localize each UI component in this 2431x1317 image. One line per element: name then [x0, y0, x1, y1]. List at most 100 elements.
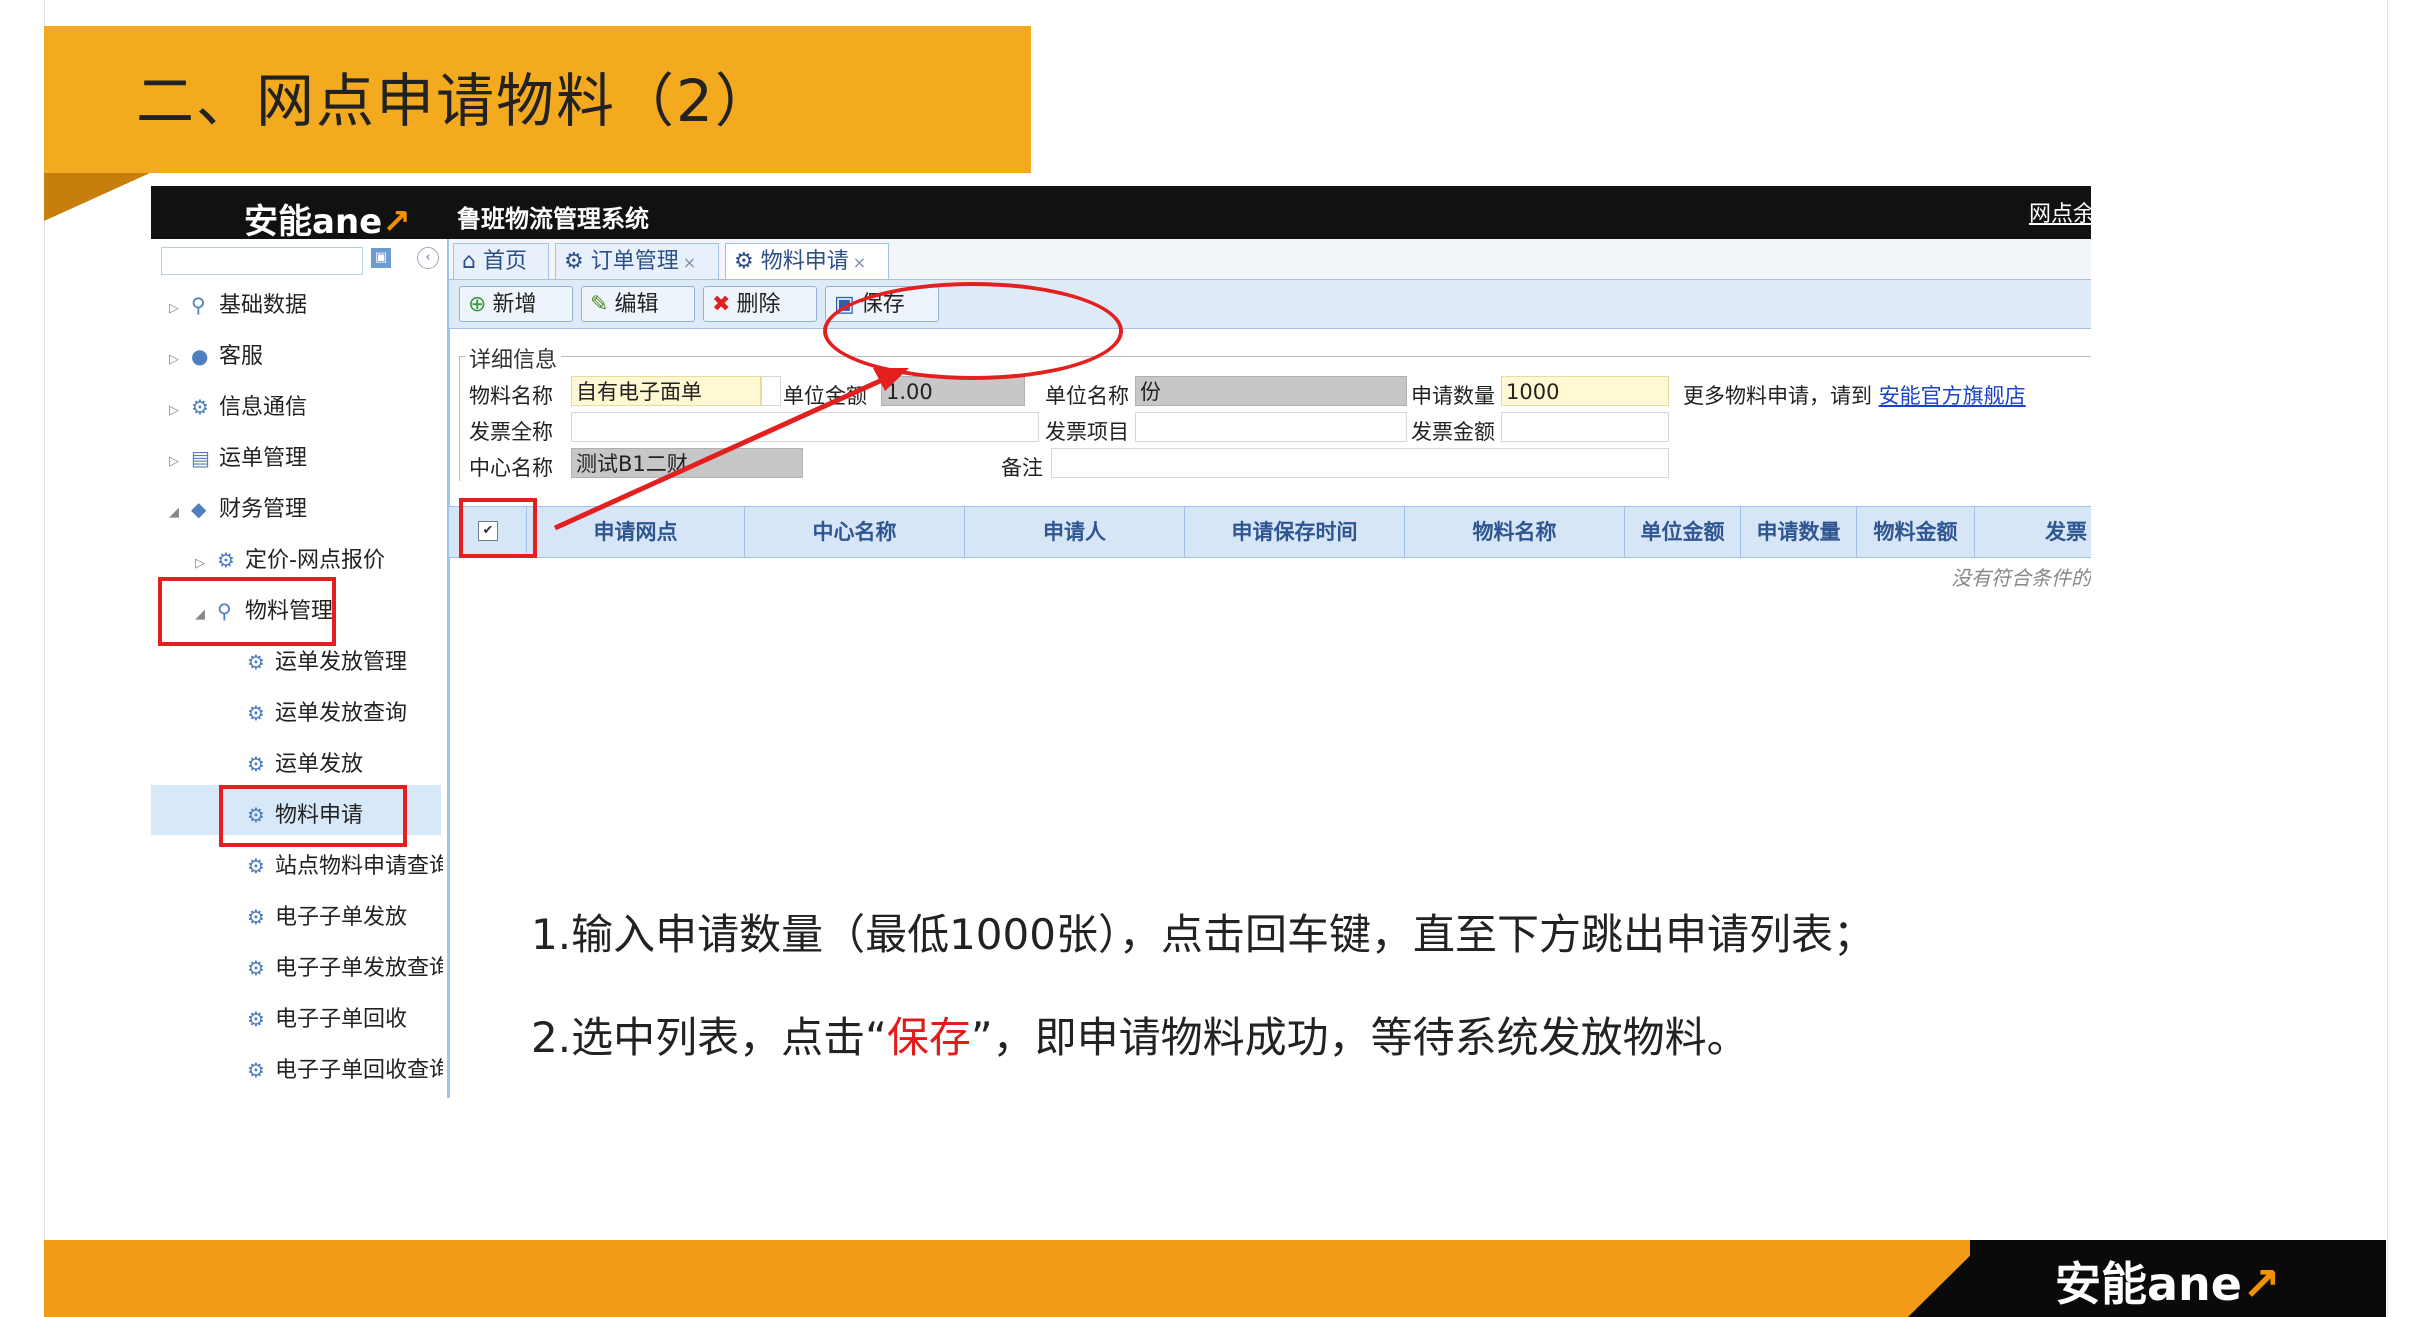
sidebar-item-waybill-management[interactable]: ▷ ▤ 运单管理 [169, 436, 307, 480]
detail-form: 详细信息 物料名称 自有电子面单 单位金额 1.00 单位名称 份 申请数量 1… [459, 342, 2091, 484]
sidebar-item-label: 定价-网点报价 [245, 548, 385, 573]
grid-col-applicant[interactable]: 申请人 [965, 507, 1185, 557]
collapse-arrow-icon: ◢ [169, 505, 179, 520]
sidebar-item-label: 电子子单发放查询 [275, 956, 443, 981]
detail-legend: 详细信息 [465, 342, 562, 374]
invoice-name-label: 发票全称 [469, 420, 553, 444]
instruction-step-2: 2.选中列表，点击“保存”，即申请物料成功，等待系统发放物料。 [531, 1004, 1749, 1065]
sidebar-item-e-subwaybill-issue[interactable]: ⚙ 电子子单发放 [247, 895, 407, 939]
tab-bar: ⌂ 首页 ⚙ 订单管理 × ⚙ 物料申请 × [449, 239, 2091, 280]
delete-button[interactable]: ✖ 删除 [703, 286, 817, 322]
app-logo-arrow-icon: ↗ [382, 202, 411, 242]
footer-bar [44, 1240, 1986, 1317]
sidebar-search-input[interactable] [161, 247, 363, 275]
add-button-label: 新增 [492, 292, 537, 317]
annotation-box-checkbox [459, 498, 537, 558]
collapse-icon[interactable]: ‹ [417, 247, 439, 269]
official-store-link[interactable]: 安能官方旗舰店 [1879, 384, 2026, 408]
sidebar-item-waybill-issue[interactable]: ⚙ 运单发放 [247, 742, 363, 786]
instruction-step-2-highlight: 保存 [886, 1013, 971, 1062]
sidebar-item-e-subwaybill-recycle-query[interactable]: ⚙ 电子子单回收查询 [247, 1048, 443, 1092]
sidebar-item-label: 电子子单发放 [275, 905, 408, 930]
sidebar-item-label: 站点物料申请查询 [275, 854, 443, 879]
title-banner: 二、网点申请物料（2） [44, 26, 1031, 173]
sidebar-item-info-comm[interactable]: ▷ ⚙ 信息通信 [169, 385, 307, 429]
unit-name-field[interactable]: 份 [1135, 376, 1407, 406]
sidebar-item-label: 运单发放管理 [275, 650, 408, 675]
toolbar: ⊕ 新增 ✎ 编辑 ✖ 删除 ▣ 保存 [449, 280, 2091, 329]
invoice-amount-field[interactable] [1501, 412, 1669, 442]
sidebar-item-basic-data[interactable]: ▷ ⚲ 基础数据 [169, 283, 307, 327]
gear-icon: ⚙ [247, 956, 265, 980]
tab-order-management[interactable]: ⚙ 订单管理 × [555, 243, 719, 279]
grid-col-material-name[interactable]: 物料名称 [1405, 507, 1625, 557]
sidebar-item-label: 财务管理 [219, 497, 308, 522]
annotation-box-material-request [219, 785, 407, 847]
slide-title: 二、网点申请物料（2） [136, 67, 775, 135]
add-icon: ⊕ [468, 292, 487, 317]
sidebar-item-waybill-issue-management[interactable]: ⚙ 运单发放管理 [247, 640, 407, 684]
instruction-step-2-prefix: 2.选中列表，点击“ [531, 1013, 887, 1062]
footer-logo: 安能ane↗ [2055, 1248, 2281, 1314]
invoice-item-label: 发票项目 [1045, 420, 1129, 444]
gear-icon: ⚙ [247, 1007, 265, 1031]
annotation-box-material-management [158, 577, 336, 646]
sidebar-item-label: 电子子单回收 [275, 1007, 408, 1032]
sidebar-item-customer-service[interactable]: ▷ ● 客服 [169, 334, 263, 378]
gear-icon: ⚙ [247, 752, 265, 776]
instruction-step-1: 1.输入申请数量（最低1000张），点击回车键，直至下方跳出申请列表； [531, 910, 1875, 959]
grid-col-unit-amount[interactable]: 单位金额 [1625, 507, 1741, 557]
gear-icon: ⚙ [247, 905, 265, 929]
add-button[interactable]: ⊕ 新增 [459, 286, 573, 322]
expand-arrow-icon: ▷ [169, 403, 179, 418]
tab-material-request[interactable]: ⚙ 物料申请 × [725, 243, 889, 279]
unit-amount-field[interactable]: 1.00 [881, 376, 1025, 406]
invoice-item-field[interactable] [1135, 412, 1407, 442]
sidebar-item-station-material-query[interactable]: ⚙ 站点物料申请查询 [247, 844, 443, 888]
instruction-step-2-suffix: ”，即申请物料成功，等待系统发放物料。 [970, 1013, 1749, 1062]
sidebar-item-waybill-issue-query[interactable]: ⚙ 运单发放查询 [247, 691, 407, 735]
footer-logo-arrow-icon: ↗ [2242, 1257, 2281, 1311]
app-logo: 安能ane↗ [244, 194, 411, 243]
sidebar-item-e-subwaybill-issue-query[interactable]: ⚙ 电子子单发放查询 [247, 946, 443, 990]
close-icon[interactable]: × [853, 253, 866, 272]
user-icon: ● [191, 344, 209, 368]
title-banner-notch [44, 173, 150, 221]
grid-col-apply-branch[interactable]: 申请网点 [527, 507, 745, 557]
sidebar-item-label: 客服 [219, 344, 264, 369]
tab-label: 订单管理 [590, 249, 679, 274]
expand-arrow-icon: ▷ [169, 352, 179, 367]
grid-col-save-time[interactable]: 申请保存时间 [1185, 507, 1405, 557]
grid-col-apply-qty[interactable]: 申请数量 [1741, 507, 1857, 557]
sidebar-item-finance[interactable]: ◢ ◆ 财务管理 [169, 487, 307, 531]
tab-home[interactable]: ⌂ 首页 [453, 243, 549, 279]
close-icon[interactable]: × [683, 253, 696, 272]
footer-logo-text: 安能ane [2055, 1257, 2242, 1311]
edit-button[interactable]: ✎ 编辑 [581, 286, 695, 322]
material-picker-icon[interactable] [761, 376, 781, 406]
sidebar-item-pricing[interactable]: ▷ ⚙ 定价-网点报价 [195, 538, 385, 582]
gear-icon: ⚙ [247, 854, 265, 878]
edit-button-label: 编辑 [614, 292, 659, 317]
gear-icon: ⚙ [217, 548, 235, 572]
remark-field[interactable] [1051, 448, 1669, 478]
search-icon[interactable]: ▣ [371, 248, 391, 268]
material-name-field[interactable]: 自有电子面单 [571, 376, 761, 406]
center-name-label: 中心名称 [469, 456, 553, 480]
gear-icon: ⚙ [564, 249, 591, 274]
grid-empty-message: 没有符合条件的 [1951, 566, 2091, 590]
nodes-icon: ⚲ [191, 293, 206, 317]
center-name-field[interactable]: 测试B1二财 [571, 448, 803, 478]
apply-qty-field[interactable]: 1000 [1501, 376, 1669, 406]
sidebar-item-label: 电子子单回收查询 [275, 1058, 443, 1083]
tab-label: 首页 [482, 249, 527, 274]
grid-col-invoice[interactable]: 发票 [1975, 507, 2091, 557]
sidebar: ▣ ‹ ▷ ⚲ 基础数据 ▷ ● 客服 ▷ ⚙ 信息通信 ▷ ▤ 运单管理 ◢ ◆ 财务管理 ▷ ⚙ 定… [151, 239, 450, 1098]
sidebar-item-e-subwaybill-recycle[interactable]: ⚙ 电子子单回收 [247, 997, 407, 1041]
grid-col-center-name[interactable]: 中心名称 [745, 507, 965, 557]
sidebar-item-label: 信息通信 [219, 395, 308, 420]
invoice-name-field[interactable] [571, 412, 1039, 442]
grid-col-material-amount[interactable]: 物料金额 [1857, 507, 1975, 557]
header-right-link[interactable]: 网点余 [2029, 196, 2091, 228]
unit-amount-label: 单位金额 [783, 384, 867, 408]
